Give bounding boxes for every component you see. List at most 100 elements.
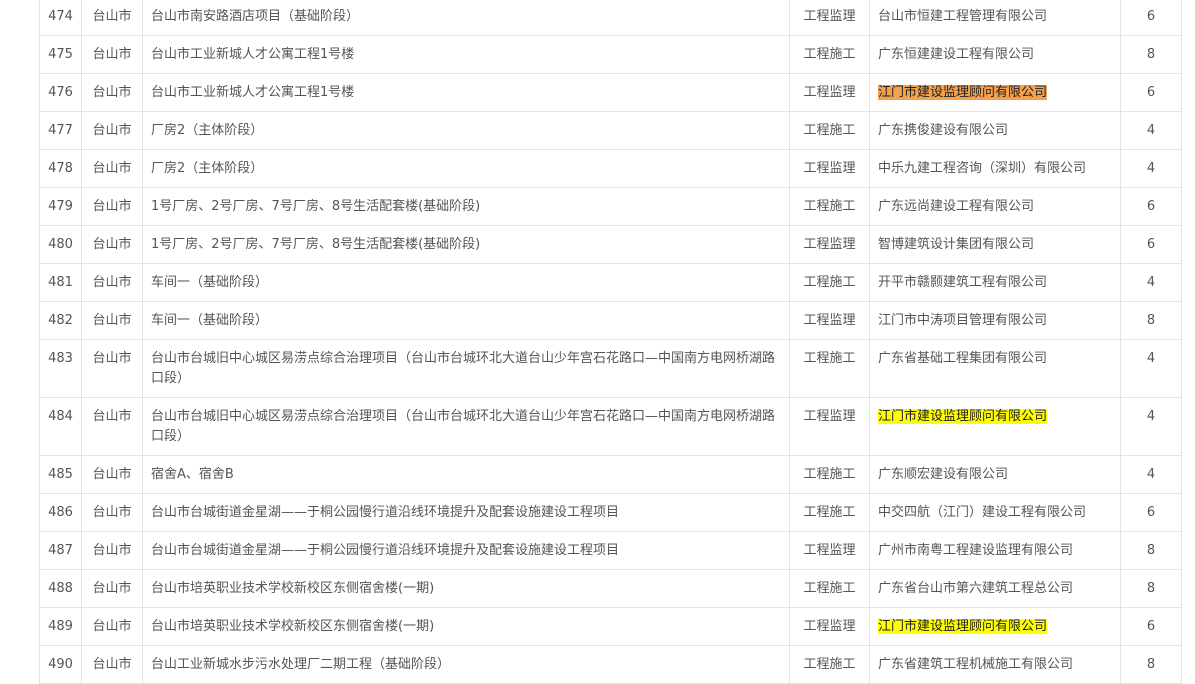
table-row: 479 台山市 1号厂房、2号厂房、7号厂房、8号生活配套楼(基础阶段) 工程施… [39,187,1182,226]
cell-city: 台山市 [81,225,143,264]
cell-company: 广东远尚建设工程有限公司 [869,187,1121,226]
cell-index: 490 [39,645,82,684]
data-table-container: 474 台山市 台山市南安路酒店项目（基础阶段） 工程监理 台山市恒建工程管理有… [39,0,1182,684]
company-name: 中乐九建工程咨询（深圳）有限公司 [878,161,1087,176]
cell-company: 广东省台山市第六建筑工程总公司 [869,569,1121,608]
company-name: 广东省台山市第六建筑工程总公司 [878,581,1074,596]
cell-count: 4 [1120,339,1182,398]
cell-city: 台山市 [81,339,143,398]
cell-company: 广东携俊建设有限公司 [869,111,1121,150]
table-row: 476 台山市 台山市工业新城人才公寓工程1号楼 工程监理 江门市建设监理顾问有… [39,73,1182,112]
table-row: 475 台山市 台山市工业新城人才公寓工程1号楼 工程施工 广东恒建建设工程有限… [39,35,1182,74]
cell-project-name: 台山工业新城水步污水处理厂二期工程（基础阶段） [142,645,790,684]
company-name: 江门市建设监理顾问有限公司 [878,619,1048,634]
cell-work-type: 工程施工 [789,455,870,494]
cell-project-name: 台山市台城街道金星湖——于桐公园慢行道沿线环境提升及配套设施建设工程项目 [142,531,790,570]
table-row: 477 台山市 厂房2（主体阶段） 工程施工 广东携俊建设有限公司 4 [39,111,1182,150]
cell-project-name: 台山市台城旧中心城区易涝点综合治理项目（台山市台城环北大道台山少年宫石花路口—中… [142,339,790,398]
cell-index: 479 [39,187,82,226]
cell-project-name: 台山市培英职业技术学校新校区东侧宿舍楼(一期) [142,607,790,646]
company-name: 广东顺宏建设有限公司 [878,467,1009,482]
cell-index: 480 [39,225,82,264]
table-row: 474 台山市 台山市南安路酒店项目（基础阶段） 工程监理 台山市恒建工程管理有… [39,0,1182,36]
cell-company: 江门市建设监理顾问有限公司 [869,607,1121,646]
company-name: 广东省建筑工程机械施工有限公司 [878,657,1074,672]
cell-city: 台山市 [81,263,143,302]
cell-count: 6 [1120,73,1182,112]
cell-work-type: 工程监理 [789,531,870,570]
cell-city: 台山市 [81,149,143,188]
cell-count: 4 [1120,397,1182,456]
cell-city: 台山市 [81,531,143,570]
cell-work-type: 工程监理 [789,301,870,340]
cell-index: 484 [39,397,82,456]
table-row: 482 台山市 车间一（基础阶段） 工程监理 江门市中涛项目管理有限公司 8 [39,301,1182,340]
cell-work-type: 工程施工 [789,569,870,608]
cell-work-type: 工程施工 [789,493,870,532]
cell-count: 6 [1120,607,1182,646]
cell-index: 486 [39,493,82,532]
table-row: 484 台山市 台山市台城旧中心城区易涝点综合治理项目（台山市台城环北大道台山少… [39,397,1182,456]
cell-company: 广东顺宏建设有限公司 [869,455,1121,494]
cell-index: 483 [39,339,82,398]
company-name: 开平市赣颢建筑工程有限公司 [878,275,1048,290]
company-name: 广东远尚建设工程有限公司 [878,199,1035,214]
cell-index: 476 [39,73,82,112]
cell-city: 台山市 [81,569,143,608]
cell-work-type: 工程施工 [789,339,870,398]
cell-project-name: 宿舍A、宿舍B [142,455,790,494]
cell-index: 489 [39,607,82,646]
cell-company: 中乐九建工程咨询（深圳）有限公司 [869,149,1121,188]
cell-count: 4 [1120,263,1182,302]
cell-city: 台山市 [81,111,143,150]
cell-company: 广州市南粤工程建设监理有限公司 [869,531,1121,570]
cell-project-name: 车间一（基础阶段） [142,301,790,340]
cell-project-name: 车间一（基础阶段） [142,263,790,302]
table-row: 488 台山市 台山市培英职业技术学校新校区东侧宿舍楼(一期) 工程施工 广东省… [39,569,1182,608]
cell-work-type: 工程监理 [789,149,870,188]
cell-city: 台山市 [81,397,143,456]
cell-index: 482 [39,301,82,340]
cell-company: 广东省基础工程集团有限公司 [869,339,1121,398]
cell-project-name: 台山市台城旧中心城区易涝点综合治理项目（台山市台城环北大道台山少年宫石花路口—中… [142,397,790,456]
cell-work-type: 工程施工 [789,111,870,150]
cell-project-name: 台山市工业新城人才公寓工程1号楼 [142,73,790,112]
cell-company: 江门市中涛项目管理有限公司 [869,301,1121,340]
cell-work-type: 工程监理 [789,607,870,646]
table-row: 481 台山市 车间一（基础阶段） 工程施工 开平市赣颢建筑工程有限公司 4 [39,263,1182,302]
table-row: 480 台山市 1号厂房、2号厂房、7号厂房、8号生活配套楼(基础阶段) 工程监… [39,225,1182,264]
table-body: 474 台山市 台山市南安路酒店项目（基础阶段） 工程监理 台山市恒建工程管理有… [39,0,1182,684]
cell-project-name: 台山市培英职业技术学校新校区东侧宿舍楼(一期) [142,569,790,608]
cell-work-type: 工程施工 [789,263,870,302]
cell-company: 广东恒建建设工程有限公司 [869,35,1121,74]
cell-city: 台山市 [81,73,143,112]
data-table: 474 台山市 台山市南安路酒店项目（基础阶段） 工程监理 台山市恒建工程管理有… [39,0,1182,684]
table-row: 486 台山市 台山市台城街道金星湖——于桐公园慢行道沿线环境提升及配套设施建设… [39,493,1182,532]
cell-city: 台山市 [81,35,143,74]
cell-project-name: 厂房2（主体阶段） [142,149,790,188]
cell-count: 8 [1120,645,1182,684]
company-name: 江门市建设监理顾问有限公司 [878,85,1048,100]
cell-company: 广东省建筑工程机械施工有限公司 [869,645,1121,684]
cell-index: 485 [39,455,82,494]
table-row: 485 台山市 宿舍A、宿舍B 工程施工 广东顺宏建设有限公司 4 [39,455,1182,494]
table-row: 489 台山市 台山市培英职业技术学校新校区东侧宿舍楼(一期) 工程监理 江门市… [39,607,1182,646]
cell-index: 487 [39,531,82,570]
cell-work-type: 工程监理 [789,397,870,456]
company-name: 广东携俊建设有限公司 [878,123,1009,138]
cell-project-name: 厂房2（主体阶段） [142,111,790,150]
cell-index: 477 [39,111,82,150]
cell-index: 478 [39,149,82,188]
cell-company: 智博建筑设计集团有限公司 [869,225,1121,264]
cell-index: 481 [39,263,82,302]
cell-count: 4 [1120,149,1182,188]
cell-count: 4 [1120,455,1182,494]
cell-project-name: 台山市台城街道金星湖——于桐公园慢行道沿线环境提升及配套设施建设工程项目 [142,493,790,532]
cell-city: 台山市 [81,455,143,494]
cell-index: 475 [39,35,82,74]
cell-count: 6 [1120,0,1182,36]
cell-city: 台山市 [81,493,143,532]
cell-count: 6 [1120,225,1182,264]
table-row: 483 台山市 台山市台城旧中心城区易涝点综合治理项目（台山市台城环北大道台山少… [39,339,1182,398]
cell-work-type: 工程监理 [789,225,870,264]
